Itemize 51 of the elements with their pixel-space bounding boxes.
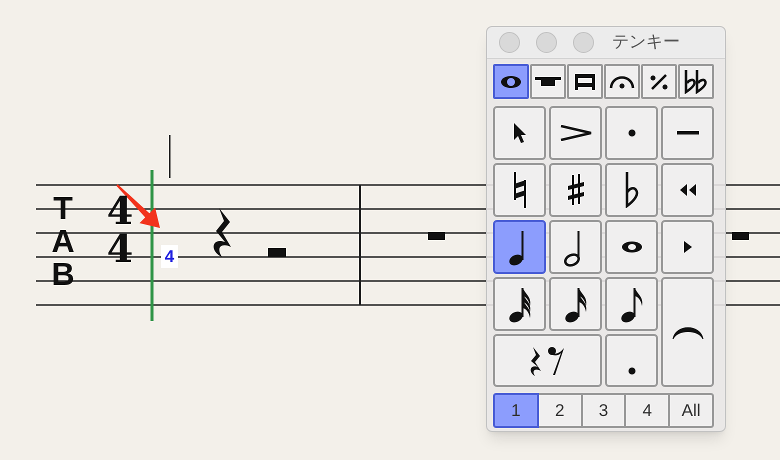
palette-tab[interactable] bbox=[567, 64, 603, 99]
palette-tab[interactable] bbox=[604, 64, 640, 99]
palette-key[interactable] bbox=[549, 163, 602, 217]
palette-key[interactable] bbox=[493, 277, 546, 331]
pointer-icon bbox=[512, 123, 526, 143]
accent-icon bbox=[560, 125, 592, 141]
double-flat-icon bbox=[684, 70, 708, 94]
half-rest bbox=[268, 248, 286, 257]
natural-icon bbox=[512, 170, 526, 210]
repeat-sign-icon bbox=[649, 72, 669, 90]
palette-key[interactable] bbox=[549, 277, 602, 331]
tab-clef-letter: A bbox=[51, 225, 75, 258]
palette-tab[interactable] bbox=[641, 64, 677, 99]
palette-key[interactable] bbox=[549, 106, 602, 160]
voice-button[interactable]: 3 bbox=[580, 393, 626, 428]
palette-key[interactable] bbox=[605, 277, 658, 331]
palette-key[interactable] bbox=[605, 163, 658, 217]
voice-button[interactable]: 4 bbox=[624, 393, 670, 428]
double-bar-icon bbox=[574, 74, 596, 90]
voice-button[interactable]: 1 bbox=[493, 393, 539, 428]
palette-tab[interactable] bbox=[678, 64, 714, 99]
sharp-icon bbox=[568, 174, 584, 206]
dot-icon bbox=[628, 367, 636, 375]
notehead-icon bbox=[499, 74, 523, 88]
fermata-icon bbox=[609, 74, 635, 90]
voice-button[interactable]: All bbox=[668, 393, 714, 428]
whole-rest bbox=[732, 232, 749, 240]
palette-key[interactable] bbox=[661, 277, 714, 387]
palette-key[interactable] bbox=[493, 163, 546, 217]
palette-key[interactable] bbox=[493, 106, 546, 160]
palette-tab[interactable] bbox=[493, 64, 529, 99]
thick-bar-icon bbox=[535, 76, 561, 88]
stem bbox=[169, 135, 170, 178]
palette-key[interactable] bbox=[493, 220, 546, 274]
palette-key[interactable] bbox=[549, 220, 602, 274]
palette-tab[interactable] bbox=[530, 64, 566, 99]
palette-key[interactable] bbox=[605, 220, 658, 274]
rewind-icon bbox=[678, 184, 696, 196]
fret-number: 4 bbox=[161, 245, 178, 268]
palette-key[interactable] bbox=[493, 334, 602, 387]
flat-icon bbox=[624, 172, 638, 208]
whole-rest bbox=[428, 232, 445, 240]
dot-icon bbox=[628, 129, 636, 137]
voice-button[interactable]: 2 bbox=[536, 393, 583, 428]
quarter-rest bbox=[214, 208, 231, 257]
play-icon bbox=[684, 241, 692, 253]
whole-note-icon bbox=[620, 241, 642, 253]
tenuto-icon bbox=[676, 131, 698, 135]
window-title: テンキー bbox=[612, 30, 680, 54]
palette-key[interactable] bbox=[661, 163, 714, 217]
palette-key[interactable] bbox=[661, 106, 714, 160]
